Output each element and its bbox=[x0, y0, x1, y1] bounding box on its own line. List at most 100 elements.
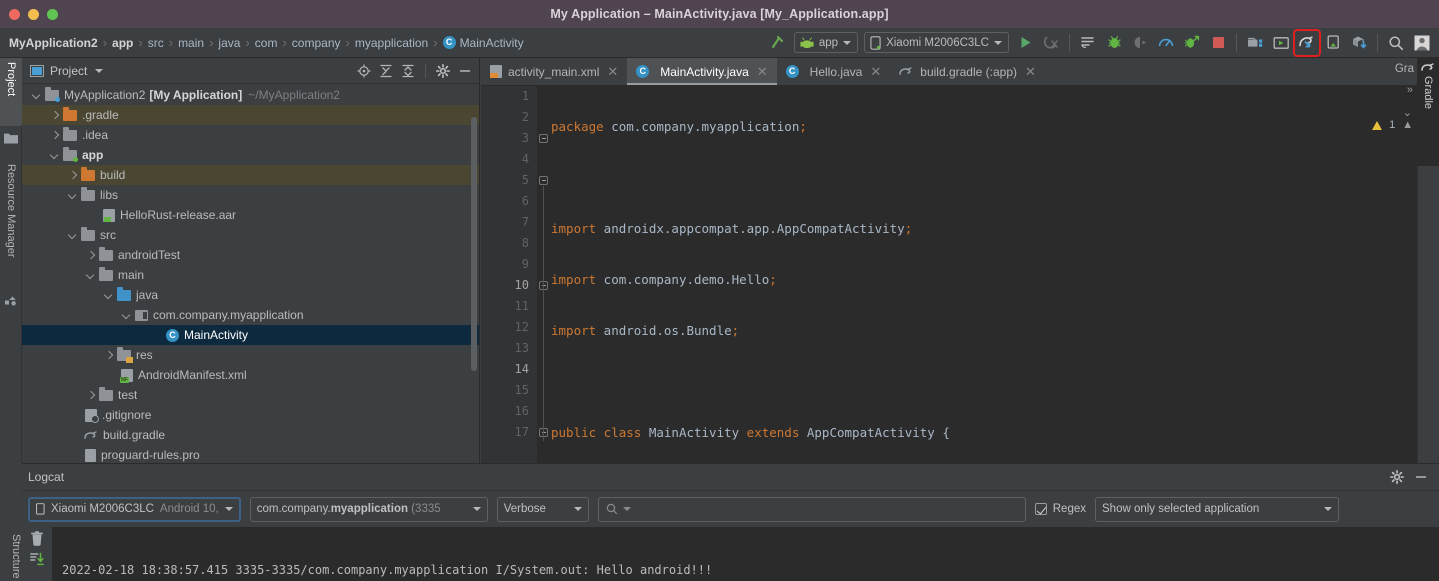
profiler-button[interactable] bbox=[1153, 30, 1179, 56]
tree-row-manifest[interactable]: AndroidManifest.xml bbox=[22, 365, 479, 385]
chevron-icon[interactable] bbox=[104, 350, 115, 361]
sidebar-item-structure[interactable]: Structure bbox=[0, 534, 22, 581]
chevron-icon[interactable] bbox=[104, 290, 115, 301]
close-icon[interactable]: ✕ bbox=[1025, 64, 1036, 80]
chevron-icon[interactable] bbox=[86, 250, 97, 261]
breadcrumb-item-app[interactable]: app bbox=[112, 36, 133, 50]
attach-debugger-button[interactable] bbox=[1038, 30, 1064, 56]
minimize-icon[interactable] bbox=[455, 61, 475, 81]
tab-activity-main-xml[interactable]: activity_main.xml ✕ bbox=[481, 58, 627, 85]
logcat-regex-toggle[interactable]: Regex bbox=[1034, 503, 1086, 515]
code-editor[interactable]: 1 2 3 4 5 6 7 8 9 10 11 12 13 14 15 16 1… bbox=[481, 86, 1439, 581]
chevron-icon[interactable] bbox=[32, 90, 43, 101]
chevron-down-icon[interactable] bbox=[95, 68, 104, 73]
logcat-level-selector[interactable]: Verbose bbox=[496, 496, 589, 522]
chevron-icon[interactable] bbox=[68, 190, 79, 201]
breadcrumb-item-com[interactable]: com bbox=[255, 36, 278, 50]
minimize-icon[interactable] bbox=[1411, 467, 1431, 487]
device-file-explorer-button[interactable] bbox=[1320, 30, 1346, 56]
logcat-device-selector[interactable]: Xiaomi M2006C3LC Android 10, bbox=[28, 496, 241, 522]
clear-logcat-icon[interactable] bbox=[30, 531, 44, 546]
locate-icon[interactable] bbox=[354, 61, 374, 81]
window-controls[interactable] bbox=[9, 9, 58, 20]
logcat-output[interactable]: 2022-02-18 18:38:57.415 3335-3335/com.co… bbox=[52, 527, 1439, 581]
zoom-button[interactable] bbox=[47, 9, 58, 20]
tree-row-androidtest[interactable]: androidTest bbox=[22, 245, 479, 265]
logcat-process-selector[interactable]: com.company.myapplication (3335 bbox=[249, 496, 488, 522]
regex-checkbox[interactable] bbox=[1034, 503, 1047, 515]
sidebar-item-project[interactable]: Project bbox=[0, 58, 22, 126]
breadcrumb-item-company[interactable]: company bbox=[292, 36, 341, 50]
tree-row-libs[interactable]: libs bbox=[22, 185, 479, 205]
logcat-button[interactable] bbox=[1075, 30, 1101, 56]
make-project-button[interactable] bbox=[765, 30, 791, 56]
tab-build-gradle[interactable]: build.gradle (:app) ✕ bbox=[890, 58, 1045, 85]
fold-icon[interactable] bbox=[539, 134, 548, 143]
chevron-icon[interactable] bbox=[50, 110, 61, 121]
close-icon[interactable]: ✕ bbox=[607, 64, 618, 80]
tree-row-res[interactable]: res bbox=[22, 345, 479, 365]
chevron-icon[interactable] bbox=[86, 270, 97, 281]
settings-gear-icon[interactable] bbox=[1387, 467, 1407, 487]
sdk-manager-button[interactable] bbox=[1293, 28, 1321, 57]
tree-row-package[interactable]: com.company.myapplication bbox=[22, 305, 479, 325]
chevron-icon[interactable] bbox=[122, 310, 133, 321]
breadcrumb-item-java[interactable]: java bbox=[218, 36, 240, 50]
tree-row-app[interactable]: app bbox=[22, 145, 479, 165]
attach-android-debugger-button[interactable] bbox=[1179, 30, 1205, 56]
avatar[interactable] bbox=[1409, 30, 1435, 56]
chevron-down-icon[interactable] bbox=[622, 507, 631, 511]
fold-icon[interactable] bbox=[539, 176, 548, 185]
scroll-to-end-icon[interactable] bbox=[30, 552, 44, 566]
expand-strip-icon[interactable]: » bbox=[1407, 84, 1413, 96]
tree-row-java[interactable]: java bbox=[22, 285, 479, 305]
minimize-button[interactable] bbox=[28, 9, 39, 20]
tree-row-idea[interactable]: .idea bbox=[22, 125, 479, 145]
code-content[interactable]: package com.company.myapplication; impor… bbox=[551, 86, 1439, 581]
expand-all-icon[interactable] bbox=[376, 61, 396, 81]
logcat-filter-selector[interactable]: Show only selected application bbox=[1095, 496, 1339, 522]
device-selector[interactable]: Xiaomi M2006C3LC bbox=[864, 32, 1009, 53]
tab-hello-java[interactable]: C Hello.java ✕ bbox=[777, 58, 891, 85]
run-with-coverage-button[interactable] bbox=[1127, 30, 1153, 56]
chevron-icon[interactable] bbox=[50, 150, 61, 161]
tree-row-buildgradle[interactable]: build.gradle bbox=[22, 425, 479, 445]
close-button[interactable] bbox=[9, 9, 20, 20]
avd-manager-button[interactable] bbox=[1242, 30, 1268, 56]
module-selector[interactable]: app bbox=[793, 32, 859, 53]
chevron-down-icon[interactable]: ⌄ bbox=[1403, 106, 1412, 119]
project-tree[interactable]: MyApplication2 [My Application] ~/MyAppl… bbox=[22, 85, 479, 463]
close-icon[interactable]: ✕ bbox=[757, 64, 768, 80]
layout-inspector-button[interactable] bbox=[1268, 30, 1294, 56]
tree-row-aar[interactable]: HelloRust-release.aar bbox=[22, 205, 479, 225]
tree-row-build[interactable]: build bbox=[22, 165, 479, 185]
chevron-icon[interactable] bbox=[68, 230, 79, 241]
chevron-up-icon[interactable]: ▲ bbox=[1402, 119, 1413, 131]
breadcrumb-item-mainactivity[interactable]: MainActivity bbox=[460, 36, 524, 50]
tree-row-gitignore[interactable]: .gitignore bbox=[22, 405, 479, 425]
breadcrumb-item-src[interactable]: src bbox=[148, 36, 164, 50]
sidebar-item-resource-manager[interactable]: Resource Manager bbox=[0, 160, 22, 290]
tree-row-test[interactable]: test bbox=[22, 385, 479, 405]
breadcrumb-item-main[interactable]: main bbox=[178, 36, 204, 50]
chevron-icon[interactable] bbox=[50, 130, 61, 141]
search-icon[interactable] bbox=[1383, 30, 1409, 56]
tree-row-src[interactable]: src bbox=[22, 225, 479, 245]
breadcrumb-item-project[interactable]: MyApplication2 bbox=[9, 36, 98, 50]
tab-mainactivity-java[interactable]: C MainActivity.java ✕ bbox=[627, 58, 778, 85]
tree-row-mainactivity[interactable]: C MainActivity bbox=[22, 325, 479, 345]
chevron-icon[interactable] bbox=[68, 170, 79, 181]
close-icon[interactable]: ✕ bbox=[870, 64, 881, 80]
logcat-search-input[interactable] bbox=[597, 496, 1026, 522]
stop-button[interactable] bbox=[1205, 30, 1231, 56]
chevron-icon[interactable] bbox=[86, 390, 97, 401]
tree-row-proguard[interactable]: proguard-rules.pro bbox=[22, 445, 479, 463]
tree-row-gradle-dir[interactable]: .gradle bbox=[22, 105, 479, 125]
tree-row-main[interactable]: main bbox=[22, 265, 479, 285]
logcat-search-field[interactable] bbox=[635, 503, 1018, 515]
tree-row-root[interactable]: MyApplication2 [My Application] ~/MyAppl… bbox=[22, 85, 479, 105]
collapse-all-icon[interactable] bbox=[398, 61, 418, 81]
breadcrumb-item-myapplication[interactable]: myapplication bbox=[355, 36, 428, 50]
code-folding-column[interactable] bbox=[537, 86, 551, 463]
debug-button[interactable] bbox=[1101, 30, 1127, 56]
